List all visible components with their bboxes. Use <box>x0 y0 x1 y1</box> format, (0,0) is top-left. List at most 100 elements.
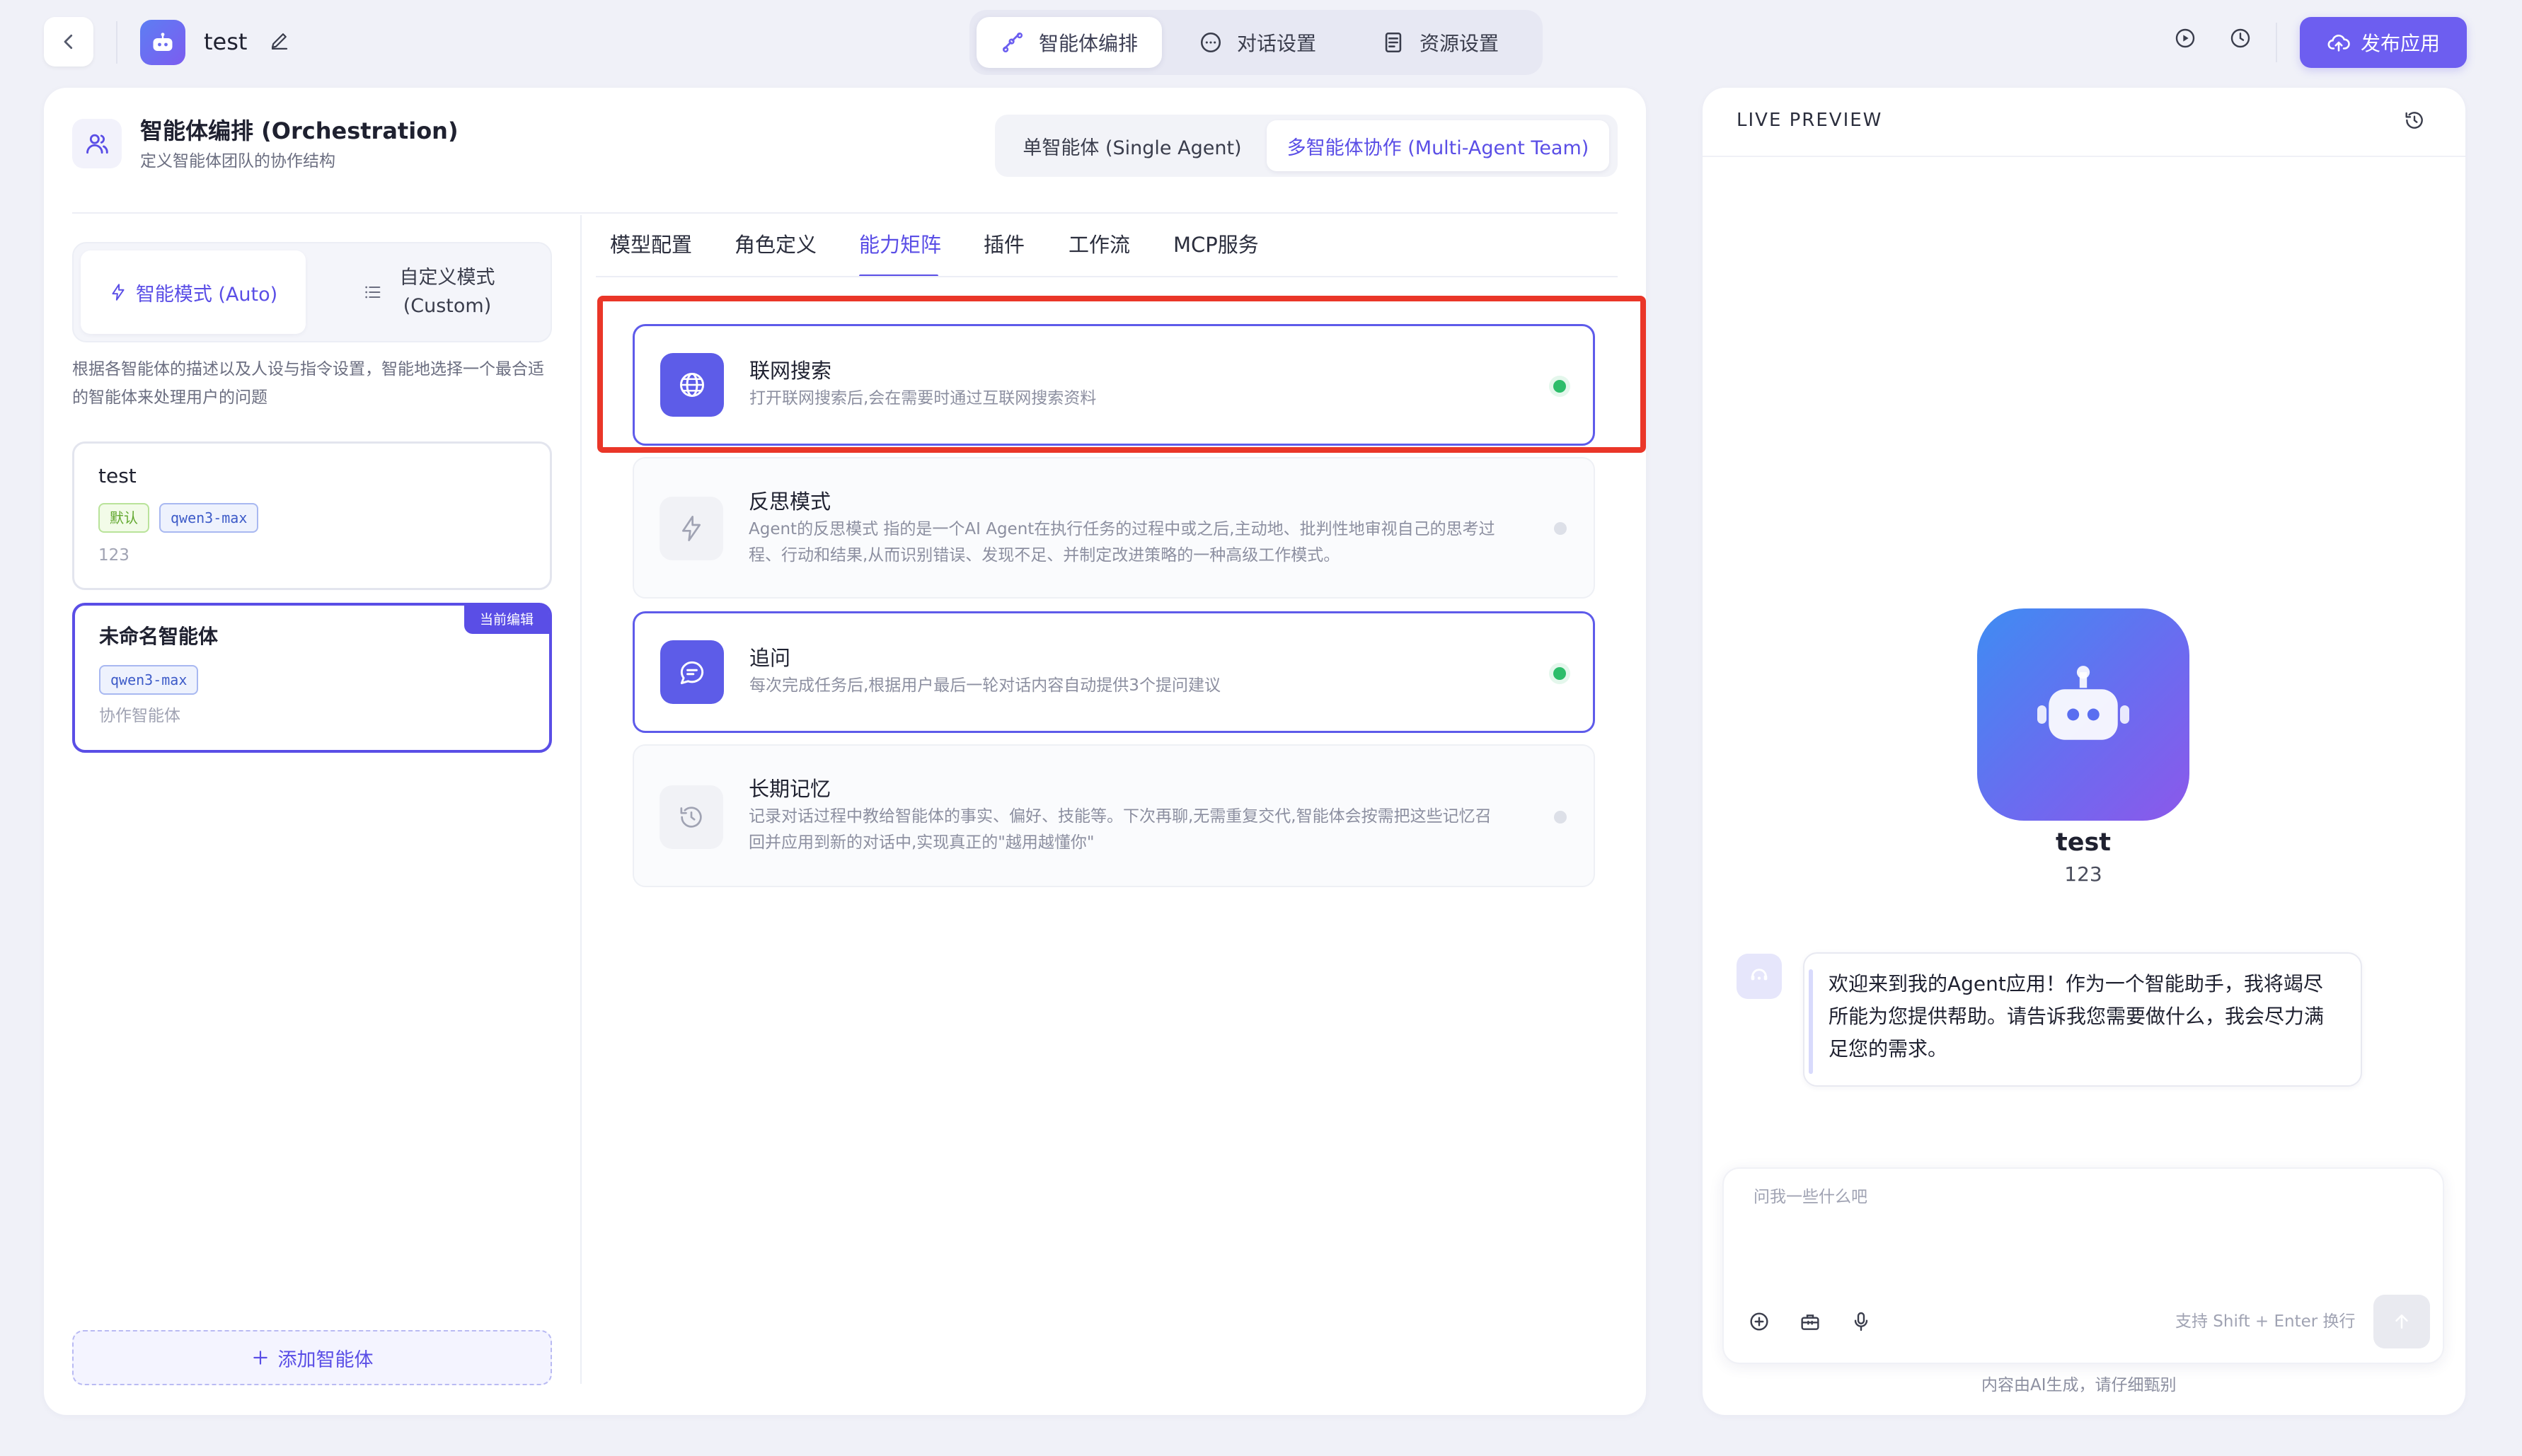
header-divider <box>116 21 117 64</box>
app-avatar <box>140 20 185 65</box>
header-divider-right <box>2276 23 2277 62</box>
bot-description: 123 <box>2064 862 2102 886</box>
history-icon <box>680 807 702 828</box>
agent-card[interactable]: test 默认 qwen3-max 123 <box>72 441 552 590</box>
capability-description-line: 程、行动和结果,从而识别错误、发现不足、并制定改进策略的一种高级工作模式。 <box>749 546 1340 565</box>
orchestration-header-icon <box>72 119 122 168</box>
chat-icon <box>680 661 704 685</box>
tab-plugins[interactable]: 插件 <box>984 228 1025 262</box>
highlight-box <box>597 296 1646 453</box>
capability-title: 反思模式 <box>749 490 831 514</box>
auto-mode-label: 智能模式 (Auto) <box>135 283 278 306</box>
capability-description: 记录对话过程中教给智能体的事实、偏好、技能等。下次再聊,无需重复交代,智能体会按… <box>749 804 1520 856</box>
capability-description-line: 记录对话过程中教给智能体的事实、偏好、技能等。下次再聊,无需重复交代,智能体会按… <box>749 807 1492 826</box>
top-tab-bar: 智能体编排 对话设置 资源设置 <box>969 10 1543 75</box>
plus-circle-icon <box>1750 1312 1768 1331</box>
capability-icon <box>660 640 724 704</box>
pencil-icon <box>271 33 288 50</box>
capability-toggle[interactable] <box>1554 811 1567 824</box>
agent-name: 未命名智能体 <box>99 625 219 648</box>
capability-title: 追问 <box>749 646 791 670</box>
tab-role-definition[interactable]: 角色定义 <box>735 228 817 262</box>
tab-workflow[interactable]: 工作流 <box>1069 228 1130 262</box>
robot-icon <box>153 33 173 51</box>
capability-description-line: Agent的反思模式 指的是一个AI Agent在执行任务的过程中或之后,主动地… <box>749 520 1495 538</box>
welcome-message: 欢迎来到我的Agent应用！作为一个智能助手，我将竭尽所能为您提供帮助。请告诉我… <box>1829 972 2325 1061</box>
preview-divider <box>1703 156 2465 157</box>
message-accent-bar <box>1809 969 1813 1074</box>
orchestration-subtitle: 定义智能体团队的协作结构 <box>140 152 335 171</box>
capability-description: Agent的反思模式 指的是一个AI Agent在执行任务的过程中或之后,主动地… <box>749 516 1520 569</box>
multi-agent-option[interactable]: 多智能体协作 (Multi-Agent Team) <box>1267 120 1609 171</box>
bot-name: test <box>2055 828 2112 857</box>
orchestration-icon <box>1002 32 1023 53</box>
custom-mode-option[interactable]: 自定义模式 (Custom) <box>314 250 543 334</box>
capability-follow-up[interactable]: 追问 每次完成任务后,根据用户最后一轮对话内容自动提供3个提问建议 <box>633 611 1595 733</box>
document-icon <box>1385 32 1402 53</box>
tab-dialog-settings[interactable]: 对话设置 <box>1175 17 1340 68</box>
live-preview-label: LIVE PREVIEW <box>1737 110 1883 131</box>
capability-description: 每次完成任务后,根据用户最后一轮对话内容自动提供3个提问建议 <box>749 676 1221 695</box>
history-icon <box>2405 112 2423 129</box>
lightning-icon <box>682 516 701 541</box>
back-button[interactable] <box>44 17 93 67</box>
clock-icon <box>2230 28 2250 48</box>
history-button[interactable] <box>2229 27 2252 50</box>
capability-toggle[interactable] <box>1553 667 1566 680</box>
tab-resource-settings[interactable]: 资源设置 <box>1357 17 1523 68</box>
reset-preview-button[interactable] <box>2403 109 2426 132</box>
input-hint: 支持 Shift + Enter 换行 <box>2175 1312 2356 1331</box>
chevron-left-icon <box>64 34 73 50</box>
arrow-up-icon <box>2395 1315 2408 1329</box>
ai-disclaimer: 内容由AI生成，请仔细甄别 <box>1981 1376 2177 1394</box>
tab-mcp-service[interactable]: MCP服务 <box>1173 228 1259 262</box>
default-tag: 默认 <box>98 503 149 533</box>
agent-mode-switch: 单智能体 (Single Agent) 多智能体协作 (Multi-Agent … <box>995 115 1618 177</box>
chat-input-placeholder[interactable]: 问我一些什么吧 <box>1754 1184 1867 1210</box>
agent-name: test <box>98 464 137 487</box>
run-preview-button[interactable] <box>2174 27 2196 50</box>
add-agent-button[interactable]: 添加智能体 <box>72 1330 552 1385</box>
team-mode-description: 根据各智能体的描述以及人设与指令设置，智能地选择一个最合适的智能体来处理用户的问… <box>72 360 544 407</box>
lightning-icon <box>112 284 125 301</box>
current-edit-badge: 当前编辑 <box>464 606 549 634</box>
play-circle-icon <box>2175 28 2195 48</box>
agent-card-current[interactable]: 当前编辑 未命名智能体 qwen3-max 协作智能体 <box>72 603 552 753</box>
tab-orchestration-label: 智能体编排 <box>1039 32 1139 55</box>
tab-orchestration[interactable]: 智能体编排 <box>977 17 1163 68</box>
team-icon <box>86 134 108 154</box>
list-icon <box>364 286 380 299</box>
capability-long-term-memory[interactable]: 长期记忆 记录对话过程中教给智能体的事实、偏好、技能等。下次再聊,无需重复交代,… <box>633 744 1595 887</box>
capability-toggle[interactable] <box>1554 522 1567 535</box>
assistant-avatar <box>1737 954 1782 999</box>
capability-title: 长期记忆 <box>749 777 831 801</box>
auto-mode-option[interactable]: 智能模式 (Auto) <box>81 250 306 334</box>
orchestration-title: 智能体编排 (Orchestration) <box>140 117 459 144</box>
model-tag: qwen3-max <box>99 665 199 695</box>
add-agent-label: 添加智能体 <box>277 1348 374 1371</box>
edit-name-button[interactable] <box>269 30 290 51</box>
team-mode-switch: 智能模式 (Auto) 自定义模式 (Custom) <box>72 242 552 342</box>
publish-button[interactable]: 发布应用 <box>2300 17 2467 68</box>
custom-mode-label: 自定义模式 <box>399 267 495 289</box>
capability-icon <box>660 785 723 849</box>
single-agent-option[interactable]: 单智能体 (Single Agent) <box>1001 120 1264 171</box>
toolbox-button[interactable] <box>1799 1310 1821 1333</box>
capability-icon <box>660 497 723 560</box>
capability-reflection[interactable]: 反思模式 Agent的反思模式 指的是一个AI Agent在执行任务的过程中或之… <box>633 457 1595 599</box>
send-button[interactable] <box>2373 1295 2430 1348</box>
cloud-upload-icon <box>2327 35 2350 52</box>
tab-capability-matrix[interactable]: 能力矩阵 <box>859 228 941 262</box>
voice-input-button[interactable] <box>1850 1310 1872 1333</box>
panel-divider <box>72 212 1618 214</box>
robot-icon <box>2037 666 2129 740</box>
agent-description: 协作智能体 <box>99 707 180 725</box>
model-tag: qwen3-max <box>159 503 259 533</box>
microphone-icon <box>1854 1312 1868 1331</box>
tab-model-config[interactable]: 模型配置 <box>610 228 692 262</box>
tab-dialog-settings-label: 对话设置 <box>1237 32 1317 55</box>
attach-button[interactable] <box>1748 1310 1770 1333</box>
capability-description-line: 回并应用到新的对话中,实现真正的"越用越懂你" <box>749 833 1095 852</box>
assistant-icon <box>1751 969 1768 981</box>
bot-avatar <box>1977 608 2189 821</box>
